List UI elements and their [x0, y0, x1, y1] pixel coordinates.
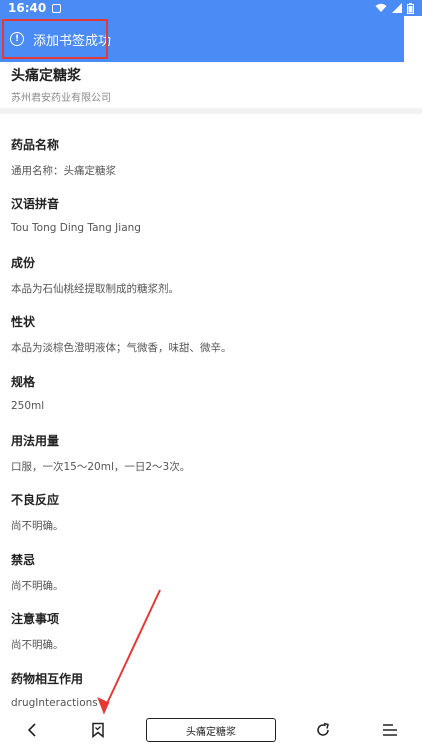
section-body: 口服，一次15～20ml，一日2～3次。 — [11, 461, 191, 473]
back-icon — [27, 723, 36, 737]
section-body: 本品为淡棕色澄明液体；气微香，味甜、微辛。 — [11, 342, 232, 354]
status-icons — [375, 2, 414, 14]
drug-title-field[interactable]: 头痛定糖浆 — [146, 718, 276, 742]
section-body: 通用名称：头痛定糖浆 — [11, 165, 116, 177]
section-heading: 用法用量 — [11, 434, 60, 448]
section-body: 尚不明确。 — [11, 639, 64, 651]
section-heading: 成份 — [11, 256, 36, 270]
menu-icon — [383, 724, 397, 736]
section-dosage: 用法用量 口服，一次15～20ml，一日2～3次。 — [11, 432, 411, 474]
drug-company: 苏州君安药业有限公司 — [11, 93, 111, 104]
section-body: drugInteractions — [11, 697, 98, 709]
section-drug-name: 药品名称 通用名称：头痛定糖浆 — [11, 136, 411, 178]
section-heading: 药物相互作用 — [11, 672, 84, 686]
section-heading: 汉语拼音 — [11, 197, 60, 211]
section-heading: 规格 — [11, 375, 36, 389]
bookmark-icon — [92, 722, 104, 738]
section-heading: 药品名称 — [11, 138, 60, 152]
status-bar: 16:40 — [0, 0, 422, 16]
section-body: 本品为石仙桃经提取制成的糖浆剂。 — [11, 283, 179, 295]
bookmark-button[interactable] — [80, 710, 116, 750]
battery-icon — [407, 2, 414, 14]
section-heading: 不良反应 — [11, 493, 60, 507]
wifi-icon — [375, 3, 387, 12]
drug-title: 头痛定糖浆 — [11, 68, 81, 84]
section-body: 尚不明确。 — [11, 520, 64, 532]
section-body: 250ml — [11, 400, 45, 412]
refresh-icon — [317, 722, 329, 736]
section-precautions: 注意事项 尚不明确。 — [11, 610, 411, 652]
section-specification: 规格 250ml — [11, 373, 411, 412]
refresh-button[interactable] — [305, 710, 341, 750]
bottom-toolbar: 头痛定糖浆 — [0, 710, 422, 750]
section-contraindications: 禁忌 尚不明确。 — [11, 551, 411, 593]
section-drug-interactions: 药物相互作用 drugInteractions — [11, 670, 411, 709]
toast-highlight-box — [2, 19, 108, 59]
section-pinyin: 汉语拼音 Tou Tong Ding Tang Jiang — [11, 195, 411, 234]
section-properties: 性状 本品为淡棕色澄明液体；气微香，味甜、微辛。 — [11, 313, 411, 355]
section-heading: 性状 — [11, 315, 36, 329]
menu-button[interactable] — [372, 710, 408, 750]
back-button[interactable] — [14, 710, 50, 750]
signal-icon — [392, 3, 402, 13]
section-body: Tou Tong Ding Tang Jiang — [11, 222, 141, 234]
section-adverse-reactions: 不良反应 尚不明确。 — [11, 491, 411, 533]
section-heading: 禁忌 — [11, 553, 36, 567]
section-body: 尚不明确。 — [11, 580, 64, 592]
status-time: 16:40 — [8, 1, 47, 15]
drug-header: 头痛定糖浆 苏州君安药业有限公司 — [0, 62, 422, 114]
section-ingredients: 成份 本品为石仙桃经提取制成的糖浆剂。 — [11, 254, 411, 296]
notification-icon — [52, 3, 62, 13]
section-heading: 注意事项 — [11, 612, 60, 626]
